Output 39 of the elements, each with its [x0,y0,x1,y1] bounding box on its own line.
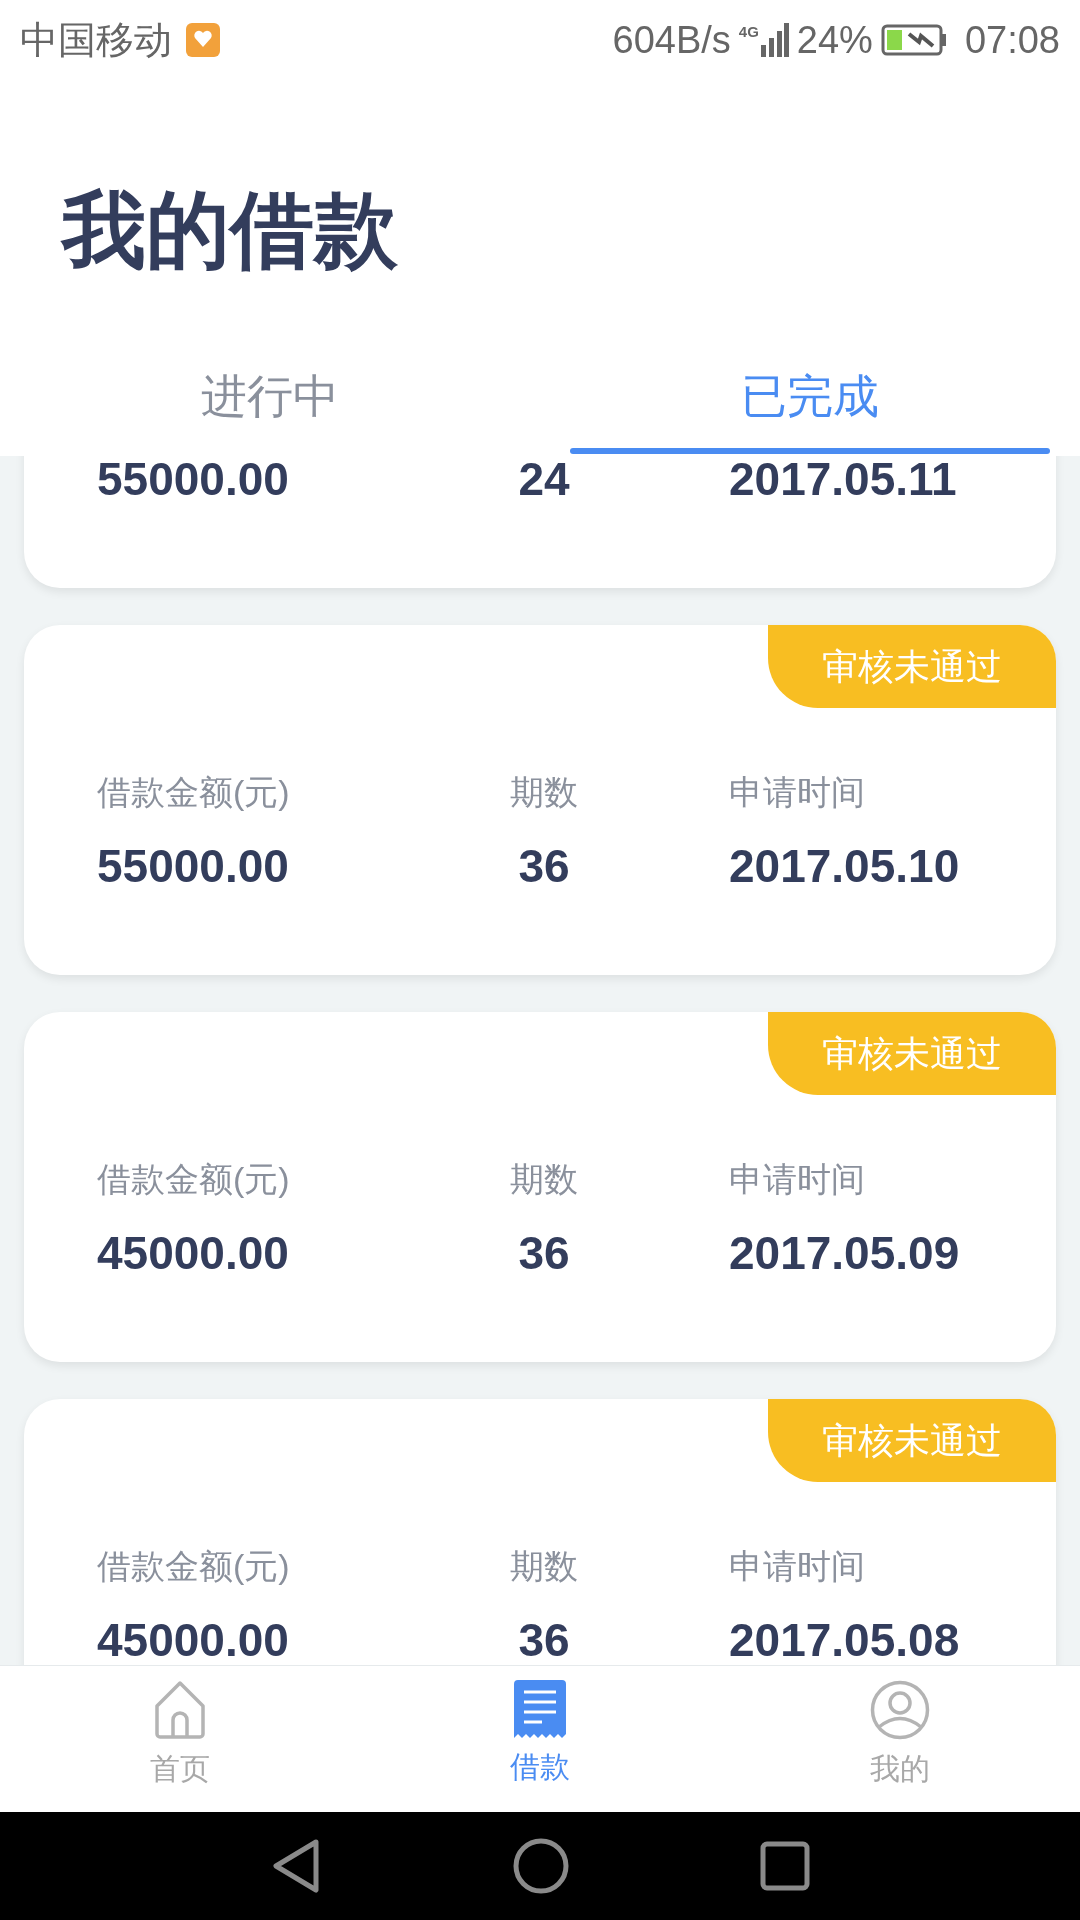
status-badge: 审核未通过 [768,625,1056,708]
field-label: 申请时间 [729,775,865,813]
clock: 07:08 [964,17,1060,63]
status-badge: 审核未通过 [768,1012,1056,1095]
loan-periods: 36 [518,1617,570,1663]
loan-card[interactable]: 审核未通过 借款金额(元) 55000.00 期数 36 申请时间 2017.05.10 [24,625,1056,975]
apply-date: 2017.05.09 [729,1230,960,1276]
apply-date: 2017.05.11 [729,456,957,502]
loan-card[interactable]: 审核未通过 借款金额(元) 45000.00 期数 36 申请时间 2017.05.08 [24,1399,1056,1665]
network-speed: 604B/s [612,17,731,63]
field-label: 期数 [510,1162,578,1200]
nav-tab[interactable]: 我的 [720,1666,1080,1812]
field-label: 借款金额(元) [97,1549,290,1587]
carrier-name: 中国移动 [20,17,172,63]
loan-amount: 55000.00 [97,456,289,502]
field-label: 期数 [510,1549,578,1587]
loan-periods: 24 [518,456,570,502]
nav-tab[interactable]: 首页 [0,1666,360,1812]
tab[interactable]: 已完成 [540,334,1080,456]
nav-tab[interactable]: 借款 [360,1666,720,1812]
loan-amount: 45000.00 [97,1617,289,1663]
apply-date: 2017.05.10 [729,843,960,889]
loan-amount: 45000.00 [97,1230,289,1276]
apply-date: 2017.05.08 [729,1617,960,1663]
field-label: 借款金额(元) [97,1162,290,1200]
battery-percent: 24% [796,17,873,63]
field-label: 借款金额(元) [97,775,290,813]
field-label: 申请时间 [729,1162,865,1200]
loan-periods: 36 [518,843,570,889]
loan-card[interactable]: 审核未通过 借款金额(元) 45000.00 期数 36 申请时间 2017.05.09 [24,1012,1056,1362]
loan-card[interactable]: 55000.00 24 2017.05.11 [24,456,1056,588]
field-label: 期数 [510,775,578,813]
loan-periods: 36 [518,1230,570,1276]
status-badge: 审核未通过 [768,1399,1056,1482]
network-type: 4G [738,24,759,39]
tab[interactable]: 进行中 [0,334,540,456]
field-label: 申请时间 [729,1549,865,1587]
page-title: 我的借款 [59,182,399,279]
loan-amount: 55000.00 [97,843,289,889]
